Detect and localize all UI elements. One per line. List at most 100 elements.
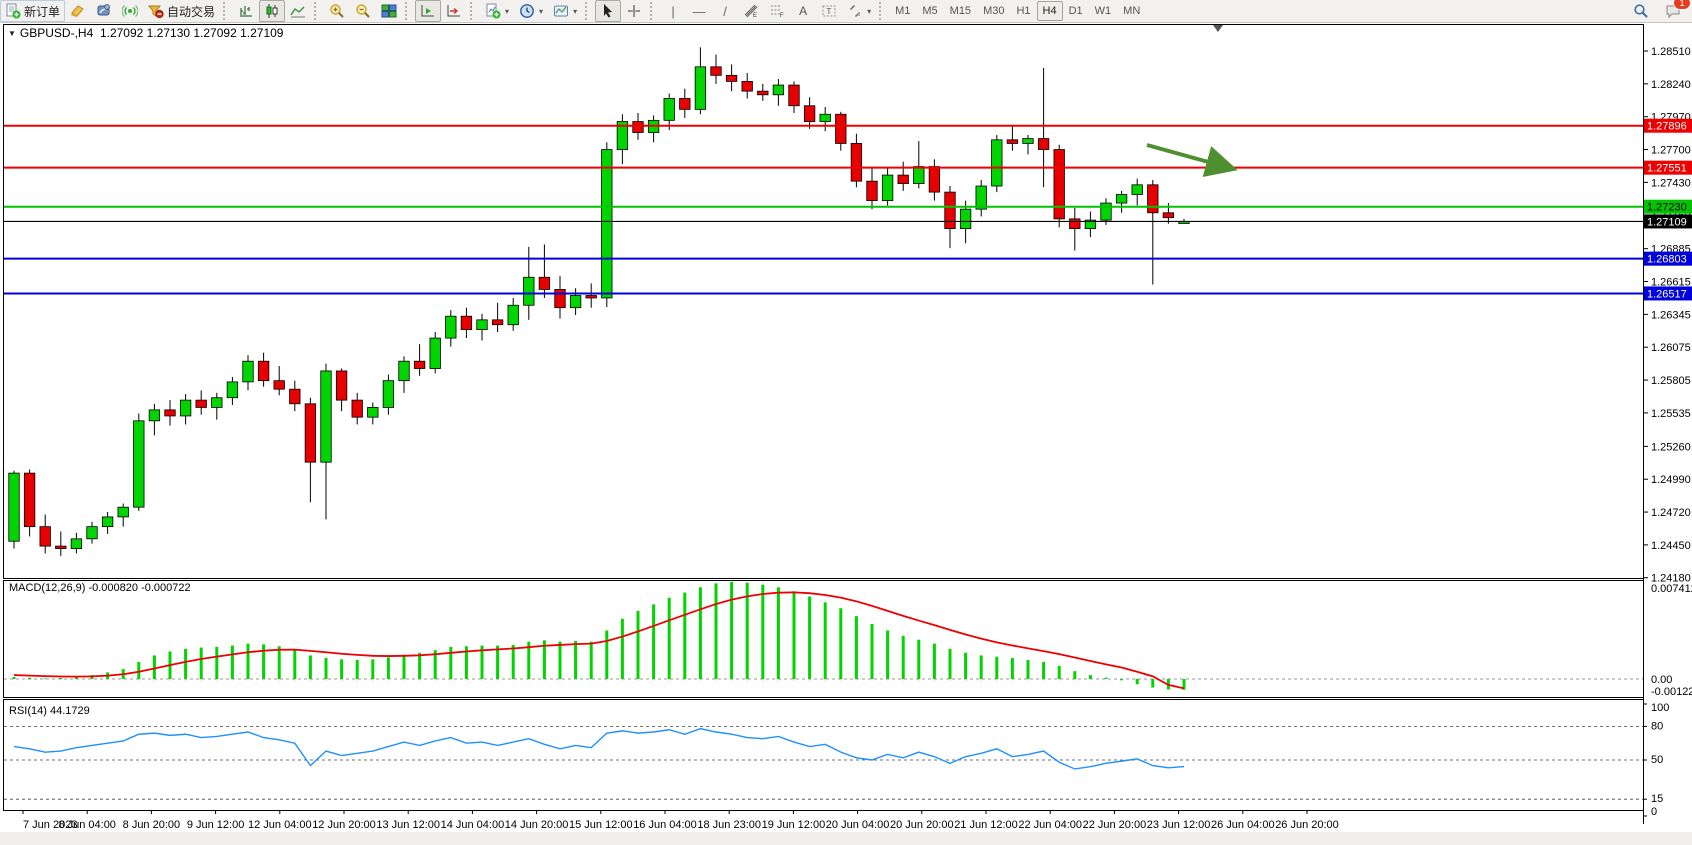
timeframe-button-h1[interactable]: H1 (1010, 1, 1036, 21)
timeframe-button-m30[interactable]: M30 (977, 1, 1010, 21)
periods-dropdown[interactable]: ▾ (514, 0, 548, 22)
toolbar-right-group: 1 (1628, 0, 1692, 22)
time-tick: 12 Jun 20:00 (312, 819, 376, 831)
crosshair-tool-button[interactable] (621, 0, 647, 22)
cursor-tool-button[interactable] (595, 0, 621, 22)
dropdown-arrow: ▾ (505, 7, 509, 16)
new-order-button[interactable]: 新订单 (0, 0, 65, 22)
rsi-indicator-label: RSI(14) 44.1729 (9, 705, 90, 717)
new-order-label: 新订单 (24, 3, 60, 20)
timeframe-button-m1[interactable]: M1 (889, 1, 916, 21)
metaeditor-icon (70, 3, 86, 19)
zoom-out-button[interactable] (350, 0, 376, 22)
zoom-in-icon (329, 3, 345, 19)
candles (9, 47, 1190, 555)
horizontal-line-tool[interactable]: — (686, 0, 712, 22)
channel-icon: E (743, 3, 759, 19)
line-chart-button[interactable] (285, 0, 311, 22)
chart-canvas[interactable]: 1.285101.282401.279701.277001.274301.271… (0, 22, 1692, 845)
macd-indicator-label: MACD(12,26,9) -0.000820 -0.000722 (9, 582, 191, 594)
collapse-triangle-icon: ▼ (8, 29, 16, 38)
equidistant-channel-tool[interactable]: E (738, 0, 764, 22)
svg-text:F: F (780, 13, 784, 19)
vertical-line-tool[interactable]: | (660, 0, 686, 22)
time-tick: 14 Jun 20:00 (505, 819, 569, 831)
line-chart-icon (290, 3, 306, 19)
timeframe-button-w1[interactable]: W1 (1089, 1, 1118, 21)
zoom-out-icon (355, 3, 371, 19)
autotrading-button[interactable]: 自动交易 (143, 0, 220, 22)
rsi-tick: 100 (1651, 702, 1669, 714)
timeframe-button-m15[interactable]: M15 (944, 1, 977, 21)
templates-dropdown[interactable]: ▾ (548, 0, 582, 22)
timeframe-button-d1[interactable]: D1 (1063, 1, 1089, 21)
price-tick: 1.24990 (1651, 474, 1691, 486)
horizontal-line-icon: — (691, 4, 707, 19)
price-tick: 1.24720 (1651, 507, 1691, 519)
price-tick: 1.27430 (1651, 177, 1691, 189)
metaeditor-button[interactable] (65, 0, 91, 22)
candlestick-chart-icon (264, 3, 280, 19)
clock-icon (519, 3, 535, 19)
signals-button[interactable] (117, 0, 143, 22)
trend-arrow-annotation (1147, 145, 1230, 168)
svg-text:1.26803: 1.26803 (1647, 254, 1687, 266)
macd-tick: 0.007412 (1651, 583, 1692, 595)
text-tool[interactable]: A (790, 0, 816, 22)
fibonacci-tool[interactable]: F (764, 0, 790, 22)
timeframe-button-m5[interactable]: M5 (916, 1, 943, 21)
time-tick: 13 Jun 12:00 (376, 819, 440, 831)
zoom-in-button[interactable] (324, 0, 350, 22)
toolbar: 新订单 自动交易 ▾ ▾ ▾ (0, 0, 1692, 23)
timeframe-button-mn[interactable]: MN (1117, 1, 1146, 21)
time-tick: 20 Jun 04:00 (826, 819, 890, 831)
time-tick: 9 Jun 12:00 (187, 819, 245, 831)
macd-signal-line (14, 592, 1184, 688)
svg-text:1.27551: 1.27551 (1647, 163, 1687, 175)
rsi-tick: 15 (1651, 793, 1663, 805)
bar-chart-button[interactable] (233, 0, 259, 22)
toolbar-separator (650, 2, 657, 20)
time-tick: 22 Jun 20:00 (1083, 819, 1147, 831)
rsi-tick: 0 (1651, 806, 1657, 818)
cursor-icon (600, 3, 616, 19)
notifications-button[interactable]: 1 (1660, 0, 1686, 22)
data-window-button[interactable] (91, 0, 117, 22)
toolbar-separator (405, 2, 412, 20)
data-window-icon (96, 3, 112, 19)
timeframe-group: M1M5M15M30H1H4D1W1MN (889, 1, 1146, 21)
candlestick-chart-button[interactable] (259, 0, 285, 22)
search-button[interactable] (1628, 0, 1654, 22)
arrows-dropdown[interactable]: ▾ (842, 0, 876, 22)
svg-text:E: E (753, 13, 757, 19)
macd-tick: -0.001226 (1651, 686, 1692, 698)
text-icon: A (795, 4, 811, 18)
tile-windows-button[interactable] (376, 0, 402, 22)
chart-shift-button[interactable] (441, 0, 467, 22)
autotrading-label: 自动交易 (167, 3, 215, 20)
dropdown-arrow: ▾ (867, 7, 871, 16)
price-tick: 1.28240 (1651, 79, 1691, 91)
time-tick: 23 Jun 12:00 (1147, 819, 1211, 831)
timeframe-button-h4[interactable]: H4 (1037, 1, 1063, 21)
chart-shift-marker (1213, 25, 1223, 32)
svg-text:1.27109: 1.27109 (1647, 216, 1687, 228)
time-tick: 21 Jun 12:00 (954, 819, 1018, 831)
price-tick: 1.25805 (1651, 375, 1691, 387)
time-tick: 26 Jun 04:00 (1211, 819, 1275, 831)
crosshair-icon (626, 3, 642, 19)
svg-text:T: T (827, 7, 832, 16)
macd-tick: 0.00 (1651, 674, 1672, 686)
new-chart-icon (485, 3, 501, 19)
notification-badge: 1 (1673, 0, 1691, 10)
dropdown-arrow: ▾ (573, 7, 577, 16)
trendline-icon: / (717, 4, 733, 19)
time-tick: 16 Jun 04:00 (633, 819, 697, 831)
price-tick: 1.26345 (1651, 309, 1691, 321)
text-label-tool[interactable]: T (816, 0, 842, 22)
time-tick: 8 Jun 04:00 (58, 819, 116, 831)
auto-scroll-button[interactable] (415, 0, 441, 22)
bar-chart-icon (238, 3, 254, 19)
new-chart-dropdown[interactable]: ▾ (480, 0, 514, 22)
trendline-tool[interactable]: / (712, 0, 738, 22)
